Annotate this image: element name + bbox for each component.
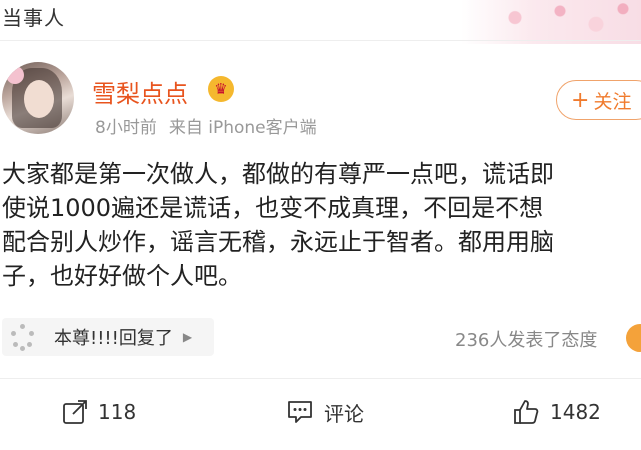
sparkle-icon [8, 322, 38, 352]
comment-icon [288, 401, 312, 423]
avatar[interactable] [2, 62, 74, 134]
plus-icon: + [571, 87, 590, 113]
comment-button[interactable]: 评论 [286, 396, 364, 428]
repost-chip[interactable]: 本尊!!!!回复了 ▶ [2, 318, 214, 356]
post-time: 8小时前 [95, 118, 157, 138]
follow-button[interactable]: + 关注 [556, 80, 641, 120]
cherry-blossom-decoration [461, 0, 641, 44]
post-text: 大家都是第一次做人，都做的有尊严一点吧，谎话即 使说1000遍还是谎话，也变不成… [2, 157, 638, 293]
thumbs-up-icon [514, 400, 539, 424]
share-count: 118 [98, 400, 137, 424]
post-line: 配合别人炒作，谣言无稽，永远止于智者。都用用脑 [2, 228, 554, 256]
top-bar: 当事人 [0, 0, 641, 44]
post-line: 使说1000遍还是谎话，也变不成真理，不回是不想 [2, 194, 544, 222]
attitudes-count[interactable]: 236人发表了态度 [455, 326, 597, 352]
like-button[interactable]: 1482 [512, 396, 601, 428]
share-icon [63, 400, 87, 424]
emoji-icon [626, 324, 641, 352]
follow-label: 关注 [593, 90, 632, 113]
post-line: 子，也好好做个人吧。 [2, 262, 242, 290]
share-button[interactable]: 118 [62, 396, 136, 428]
user-name[interactable]: 雪梨点点 [92, 74, 188, 109]
post-line: 大家都是第一次做人，都做的有尊严一点吧，谎话即 [2, 160, 554, 188]
like-count: 1482 [550, 400, 601, 424]
chevron-right-icon: ▶ [182, 330, 193, 344]
divider [0, 378, 641, 379]
crown-icon: ♛ [208, 76, 234, 102]
comment-label: 评论 [324, 401, 364, 426]
post-meta: 8小时前 来自 iPhone客户端 [95, 113, 317, 138]
repost-label: 本尊!!!!回复了 [54, 328, 173, 349]
divider [0, 40, 641, 41]
page-title: 当事人 [2, 6, 65, 30]
post-source: 来自 iPhone客户端 [168, 118, 317, 138]
